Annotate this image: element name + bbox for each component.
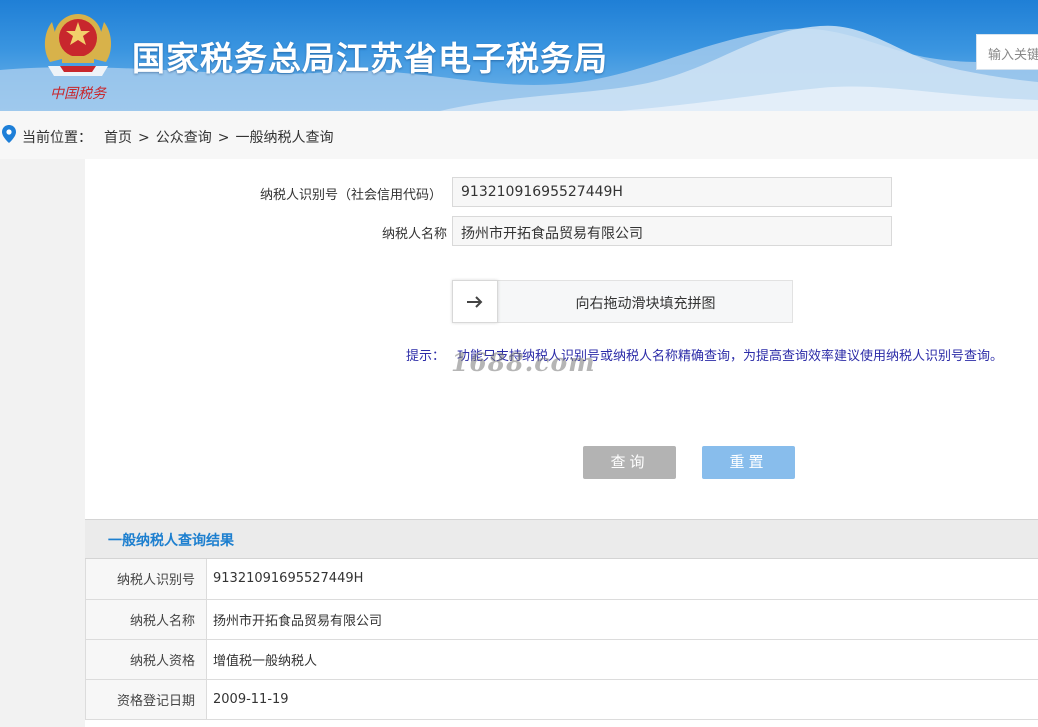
watermark: 1688.com <box>451 348 596 377</box>
taxpayer-id-input[interactable]: 91321091695527449H <box>452 177 892 207</box>
tax-emblem-icon: 中国税务 <box>40 6 116 104</box>
table-row: 纳税人名称 扬州市开拓食品贸易有限公司 <box>85 599 1038 640</box>
breadcrumb-current: 一般纳税人查询 <box>235 130 334 146</box>
location-pin-icon <box>2 125 16 143</box>
table-row: 资格登记日期 2009-11-19 <box>85 679 1038 720</box>
query-button[interactable]: 查询 <box>583 446 676 479</box>
site-title: 国家税务总局江苏省电子税务局 <box>132 39 608 78</box>
result-value: 扬州市开拓食品贸易有限公司 <box>206 599 1038 640</box>
breadcrumb-home[interactable]: 首页 <box>104 130 132 146</box>
captcha-slider: 向右拖动滑块填充拼图 <box>452 280 793 323</box>
taxpayer-name-label: 纳税人名称 <box>381 227 447 242</box>
svg-text:中国税务: 中国税务 <box>50 86 107 102</box>
table-row: 纳税人识别号 91321091695527449H <box>85 559 1038 600</box>
search-input[interactable]: 输入关键 <box>976 34 1038 70</box>
result-table: 纳税人识别号 91321091695527449H 纳税人名称 扬州市开拓食品贸… <box>85 559 1038 720</box>
breadcrumb-separator: > <box>138 130 150 146</box>
table-row: 纳税人资格 增值税一般纳税人 <box>85 639 1038 680</box>
result-label: 纳税人名称 <box>85 599 207 640</box>
taxpayer-name-input[interactable]: 扬州市开拓食品贸易有限公司 <box>452 216 892 246</box>
result-label: 纳税人资格 <box>85 639 207 680</box>
result-title: 一般纳税人查询结果 <box>108 533 234 549</box>
slider-handle[interactable] <box>452 280 498 323</box>
reset-button[interactable]: 重置 <box>702 446 795 479</box>
result-value: 2009-11-19 <box>206 679 1038 720</box>
result-value: 91321091695527449H <box>206 559 1038 600</box>
result-label: 纳税人识别号 <box>85 559 207 600</box>
site-header: 中国税务 国家税务总局江苏省电子税务局 输入关键 <box>0 0 1038 111</box>
breadcrumb-label: 当前位置： <box>22 130 92 146</box>
taxpayer-id-label: 纳税人识别号（社会信用代码） <box>259 188 442 203</box>
arrow-right-icon <box>467 295 483 308</box>
breadcrumb-separator: > <box>217 130 230 146</box>
result-label: 资格登记日期 <box>85 679 207 720</box>
result-header: 一般纳税人查询结果 <box>85 519 1038 559</box>
result-value: 增值税一般纳税人 <box>206 639 1038 680</box>
breadcrumb-public-query[interactable]: 公众查询 <box>156 130 212 146</box>
slider-text: 向右拖动滑块填充拼图 <box>575 296 716 312</box>
hint-prefix: 提示： <box>406 349 446 364</box>
breadcrumb: 当前位置： 首页 > 公众查询 > 一般纳税人查询 <box>0 111 1038 159</box>
main-panel: 纳税人识别号（社会信用代码） 91321091695527449H 纳税人名称 … <box>85 159 1038 727</box>
